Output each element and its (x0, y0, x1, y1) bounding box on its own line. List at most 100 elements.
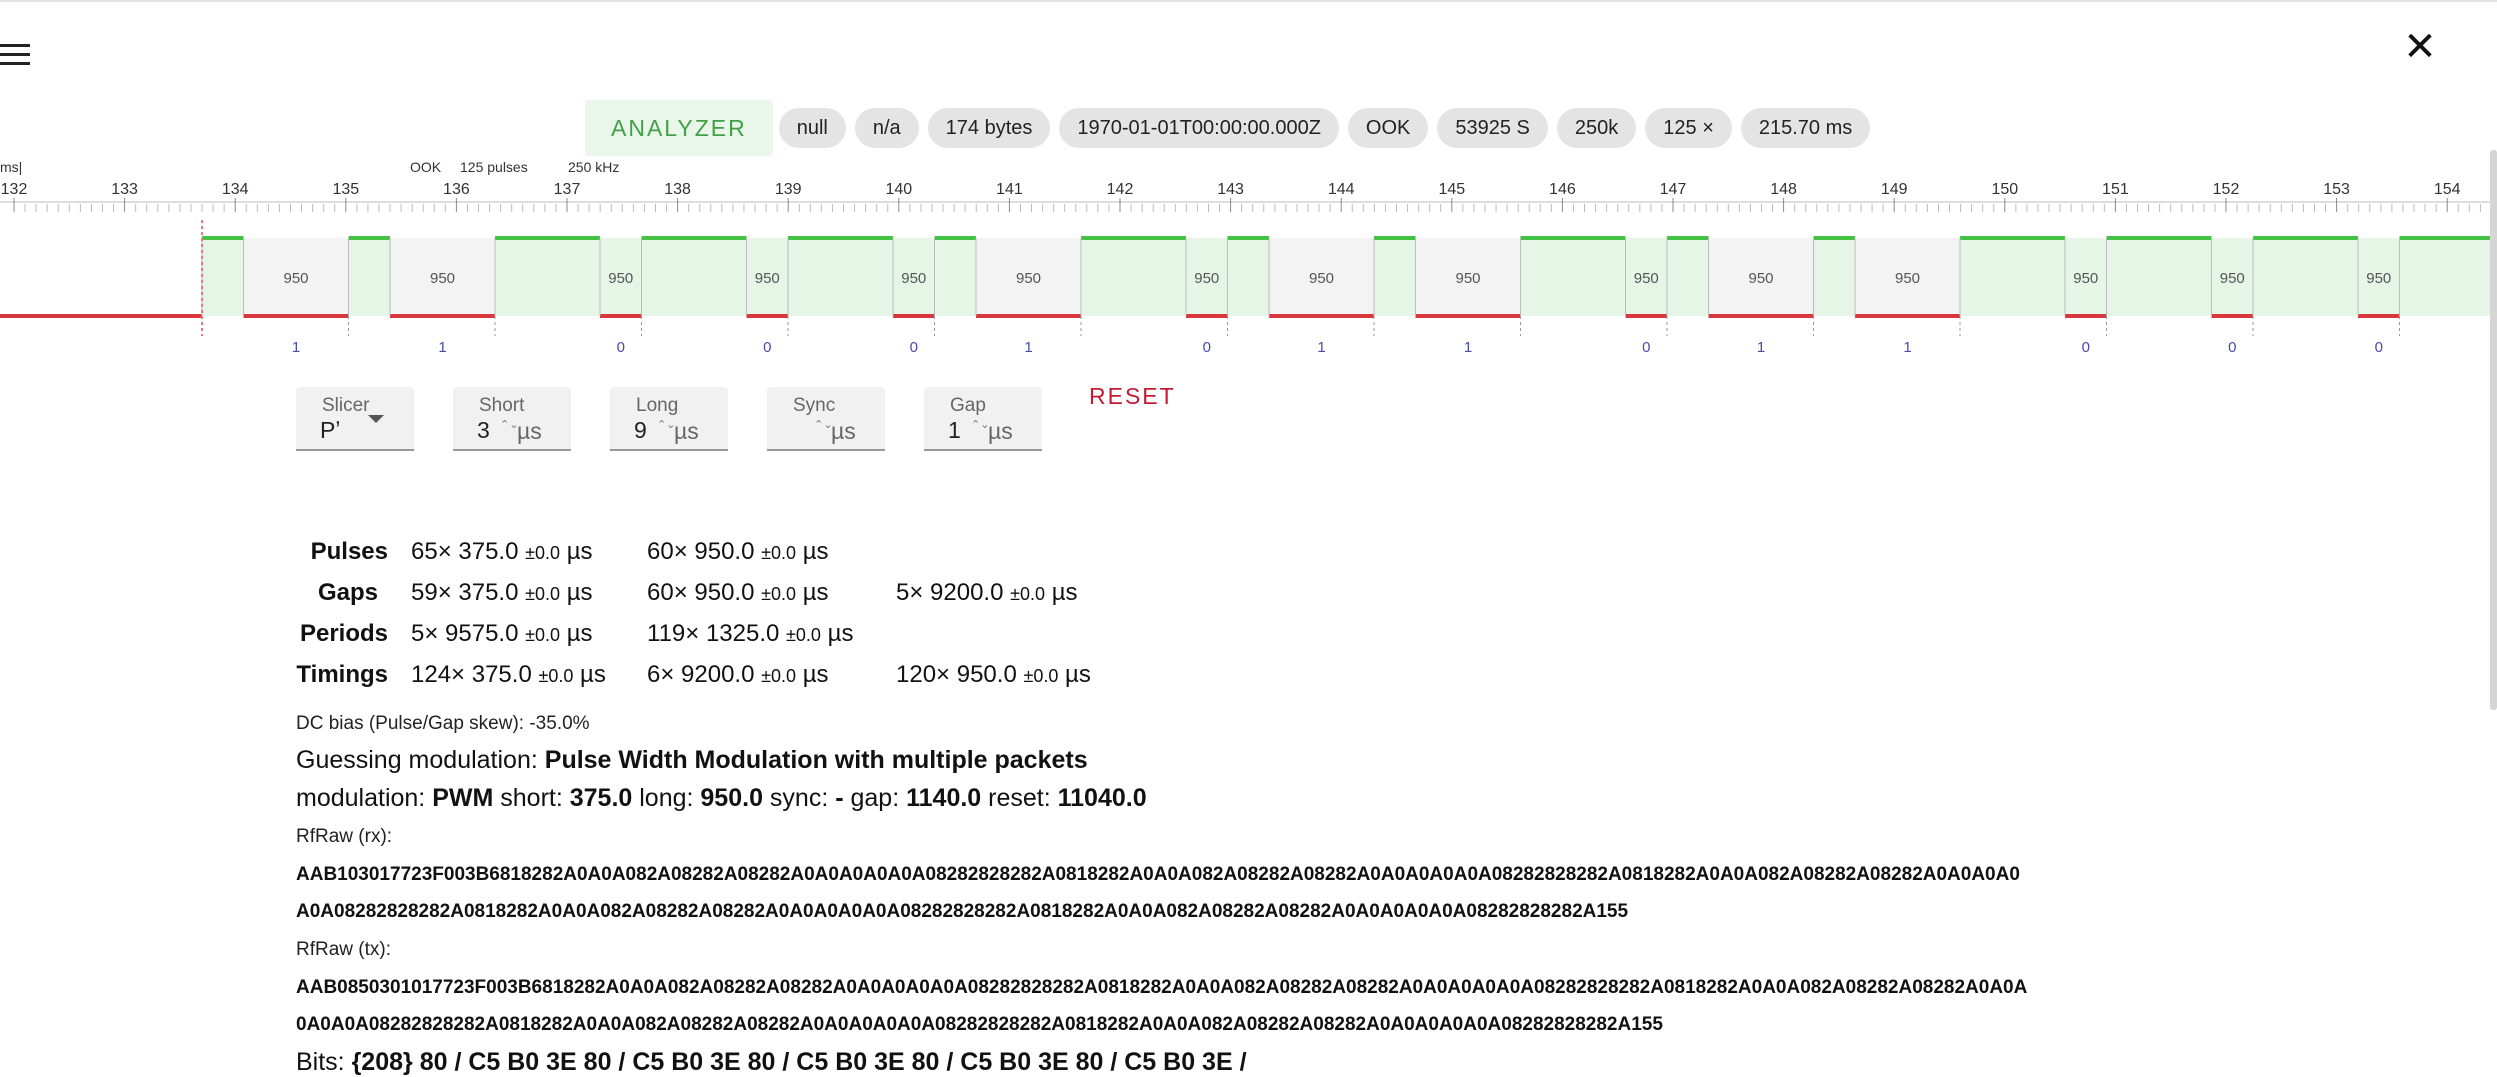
top-bar: ✕ (0, 0, 2497, 110)
gap-field[interactable]: Gap 1 ⌃⌄ µs (924, 387, 1042, 451)
decoded-bit-label: 1 (292, 339, 300, 356)
source-chip: n/a (855, 108, 919, 148)
samplerate-chip: 250k (1557, 108, 1636, 148)
ruler-tick-label: 132 (1, 181, 28, 198)
pulse-width-label: 950 (1895, 270, 1920, 287)
stats-cell: 59× 375.0 ±0.0 µs (411, 579, 593, 607)
ruler-tick-label: 135 (332, 181, 359, 198)
waveform-svg[interactable]: ms| OOK 125 pulses 250 kHz 1321331341351… (0, 150, 2497, 360)
rfraw-tx-line-2: 0A0A0A08282828282A0818282A0A0A082A08282A… (296, 1014, 1663, 1036)
analyzer-button[interactable]: ANALYZER (585, 100, 773, 156)
info-rate: 250 kHz (568, 159, 619, 175)
pulse-width-label: 950 (1748, 270, 1773, 287)
pulse-box (2400, 238, 2497, 316)
pulse-width-label: 950 (1194, 270, 1219, 287)
scrollbar[interactable] (2490, 150, 2497, 710)
modulation-params: modulation: PWM short: 375.0 long: 950.0… (296, 784, 1147, 813)
signal-info-bar: ANALYZER null n/a 174 bytes 1970-01-01T0… (585, 102, 1870, 154)
samples-chip: 53925 S (1437, 108, 1548, 148)
ruler-tick-label: 154 (2434, 181, 2461, 198)
pulse-width-label: 950 (1309, 270, 1334, 287)
pulse-width-label: 950 (1455, 270, 1480, 287)
pulse-width-label: 950 (608, 270, 633, 287)
rfraw-rx-line-2: A0A08282828282A0818282A0A0A082A08282A082… (296, 901, 1628, 923)
ruler-tick-label: 147 (1660, 181, 1687, 198)
decoded-bit-label: 0 (1642, 339, 1650, 356)
long-field[interactable]: Long 9 ⌃⌄ µs (610, 387, 728, 451)
modulation-chip: OOK (1348, 108, 1428, 148)
stats-cell: 6× 9200.0 ±0.0 µs (647, 661, 829, 689)
bits-output: Bits: {208} 80 / C5 B0 3E 80 / C5 B0 3E … (296, 1048, 1247, 1077)
ruler-tick-label: 145 (1438, 181, 1465, 198)
ruler-tick-label: 137 (554, 181, 581, 198)
decoded-bit-label: 1 (1464, 339, 1472, 356)
pulse-box (1814, 238, 1856, 316)
ruler-tick-label: 138 (664, 181, 691, 198)
pulse-box (642, 238, 747, 316)
hamburger-menu-icon[interactable] (0, 44, 30, 68)
long-input[interactable]: 9 (634, 417, 647, 444)
ruler-tick-label: 144 (1328, 181, 1355, 198)
ruler-tick-label: 146 (1549, 181, 1576, 198)
pulse-box (1374, 238, 1416, 316)
ruler-tick-label: 151 (2102, 181, 2129, 198)
decoded-bit-label: 0 (2082, 339, 2090, 356)
sync-stepper-icon[interactable]: ⌃⌄ (814, 420, 826, 430)
short-field[interactable]: Short 3 ⌃⌄ µs (453, 387, 571, 451)
ruler-tick-label: 133 (111, 181, 138, 198)
stats-cell: 124× 375.0 ±0.0 µs (411, 661, 606, 689)
pulse-width-label: 950 (755, 270, 780, 287)
modulation-guess: Guessing modulation: Pulse Width Modulat… (296, 746, 1088, 775)
info-modulation: OOK (410, 159, 442, 175)
gap-input[interactable]: 1 (948, 417, 961, 444)
decoded-bit-label: 0 (910, 339, 918, 356)
ruler-tick-label: 136 (443, 181, 470, 198)
decoded-bit-label: 1 (1024, 339, 1032, 356)
pulse-box (495, 238, 600, 316)
slicer-value: Pʼ (320, 417, 340, 444)
pulse-box (935, 238, 977, 316)
decoded-bit-label: 0 (1203, 339, 1211, 356)
ruler-tick-label: 143 (1217, 181, 1244, 198)
pulse-box (788, 238, 893, 316)
long-stepper-icon[interactable]: ⌃⌄ (657, 420, 669, 430)
pulse-box (1521, 238, 1626, 316)
ruler-tick-label: 152 (2213, 181, 2240, 198)
slicer-select[interactable]: Slicer Pʼ (296, 387, 414, 451)
sync-field[interactable]: Sync ⌃⌄ µs (767, 387, 885, 451)
waveform-view[interactable]: ms| OOK 125 pulses 250 kHz 1321331341351… (0, 150, 2497, 360)
gap-label: Gap (950, 395, 986, 417)
stats-cell: 60× 950.0 ±0.0 µs (647, 538, 829, 566)
short-input[interactable]: 3 (477, 417, 490, 444)
signal-trace: 9501950195009500950095019500950195019500… (0, 238, 2497, 356)
pulse-width-label: 950 (2073, 270, 2098, 287)
reset-button[interactable]: RESET (1089, 383, 1176, 410)
pulse-width-label: 950 (2366, 270, 2391, 287)
short-stepper-icon[interactable]: ⌃⌄ (500, 420, 512, 430)
ruler-tick-label: 139 (775, 181, 802, 198)
pulse-box (1960, 238, 2065, 316)
pulse-box (1228, 238, 1270, 316)
pulse-count-chip: 125 × (1645, 108, 1732, 148)
stats-label-pulses: Pulses (296, 538, 388, 566)
close-icon[interactable]: ✕ (2403, 30, 2437, 64)
pulse-box (202, 238, 244, 316)
dc-bias-text: DC bias (Pulse/Gap skew): -35.0% (296, 713, 590, 735)
decoded-bit-label: 0 (617, 339, 625, 356)
ruler-tick-label: 153 (2323, 181, 2350, 198)
chevron-down-icon[interactable] (368, 415, 384, 423)
stats-cell: 5× 9575.0 ±0.0 µs (411, 620, 593, 648)
ruler-tick-label: 141 (996, 181, 1023, 198)
stats-cell: 5× 9200.0 ±0.0 µs (896, 579, 1078, 607)
info-pulses: 125 pulses (460, 159, 528, 175)
pulse-width-label: 950 (283, 270, 308, 287)
decoded-bit-label: 1 (1317, 339, 1325, 356)
pulse-width-label: 950 (901, 270, 926, 287)
short-unit: µs (517, 418, 542, 445)
gap-stepper-icon[interactable]: ⌃⌄ (971, 420, 983, 430)
ruler-tick-label: 134 (222, 181, 249, 198)
sync-label: Sync (793, 395, 835, 417)
pulse-box (2107, 238, 2212, 316)
short-label: Short (479, 395, 524, 417)
ruler-tick-label: 142 (1107, 181, 1134, 198)
